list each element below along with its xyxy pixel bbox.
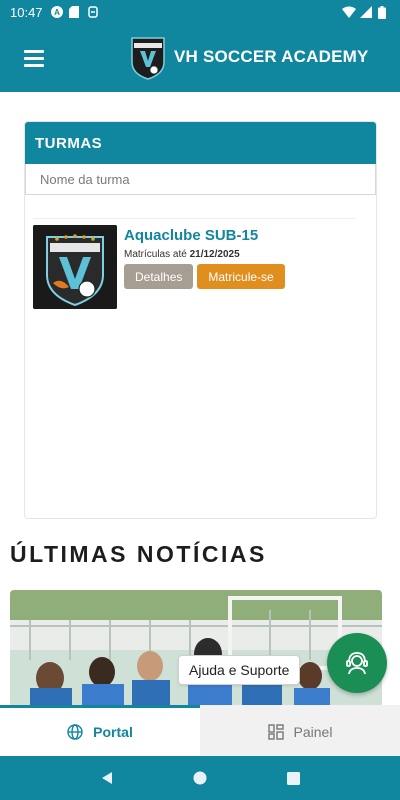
- sync-icon: [87, 6, 99, 18]
- sd-card-icon: [68, 6, 81, 18]
- tab-painel-label: Painel: [293, 724, 333, 740]
- news-section-title: ÚLTIMAS NOTÍCIAS: [10, 541, 267, 567]
- list-item[interactable]: Aquaclube SUB-15 Matrículas até 21/12/20…: [33, 218, 356, 309]
- class-title[interactable]: Aquaclube SUB-15: [124, 227, 285, 244]
- tab-portal[interactable]: Portal: [0, 705, 200, 756]
- class-info: Aquaclube SUB-15 Matrículas até 21/12/20…: [124, 225, 285, 309]
- class-search-input[interactable]: [40, 171, 361, 187]
- tab-painel[interactable]: Painel: [200, 705, 400, 756]
- status-time: 10:47: [10, 4, 43, 20]
- class-search-field: [25, 164, 376, 195]
- vh-soccer-academy-logo: [131, 37, 165, 80]
- support-agent-icon[interactable]: [327, 633, 387, 693]
- back-icon[interactable]: [97, 768, 117, 788]
- system-nav-bar: [0, 756, 400, 800]
- status-left-icons: A: [50, 6, 99, 18]
- svg-text:A: A: [54, 8, 60, 17]
- app-bar: VH SOCCER ACADEMY: [0, 24, 400, 92]
- details-button[interactable]: Detalhes: [124, 264, 194, 289]
- class-enroll-deadline: Matrículas até 21/12/2025: [124, 249, 285, 260]
- brand: VH SOCCER ACADEMY: [128, 34, 369, 80]
- enroll-button[interactable]: Matricule-se: [197, 264, 285, 289]
- hamburger-menu-icon[interactable]: [24, 38, 64, 78]
- home-icon[interactable]: [190, 768, 210, 788]
- wifi-icon: [342, 6, 356, 18]
- tab-portal-label: Portal: [93, 724, 133, 740]
- bottom-nav: Portal Painel: [0, 705, 400, 756]
- turmas-header: TURMAS: [25, 122, 376, 164]
- battery-icon: [378, 6, 390, 19]
- help-support-label[interactable]: Ajuda e Suporte: [178, 655, 301, 685]
- turmas-card: TURMAS Aquaclube SUB-15 Matrículas até 2…: [24, 121, 377, 519]
- class-actions: Detalhes Matricule-se: [124, 264, 285, 289]
- app-title: VH SOCCER ACADEMY: [174, 47, 369, 66]
- status-right-icons: [342, 6, 390, 19]
- news-image[interactable]: [10, 590, 382, 708]
- enroll-prefix: Matrículas até: [124, 249, 187, 260]
- status-bar: 10:47 A: [0, 0, 400, 24]
- globe-icon: [67, 724, 83, 740]
- signal-icon: [360, 6, 372, 18]
- recents-icon[interactable]: [283, 768, 303, 788]
- dashboard-icon: [267, 724, 284, 740]
- a-circle-icon: A: [50, 6, 63, 18]
- enroll-date: 21/12/2025: [189, 249, 240, 260]
- class-logo-image: [33, 225, 117, 309]
